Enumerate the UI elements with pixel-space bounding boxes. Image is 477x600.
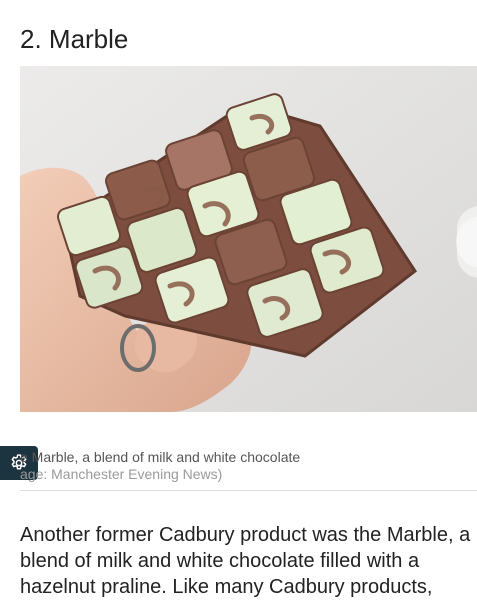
caption-credit: age: Manchester Evening News) <box>20 466 223 482</box>
caption-text: e Marble, a blend of milk and white choc… <box>20 449 301 465</box>
next-image-button[interactable] <box>457 206 477 278</box>
article-page: 2. Marble e Marble, a blend of milk and … <box>0 0 477 600</box>
article-paragraph: Another former Cadbury product was the M… <box>20 524 471 598</box>
article-image <box>20 66 477 412</box>
section-heading: 2. Marble <box>20 24 129 54</box>
image-caption: e Marble, a blend of milk and white choc… <box>20 449 477 483</box>
caption-divider <box>20 490 477 491</box>
